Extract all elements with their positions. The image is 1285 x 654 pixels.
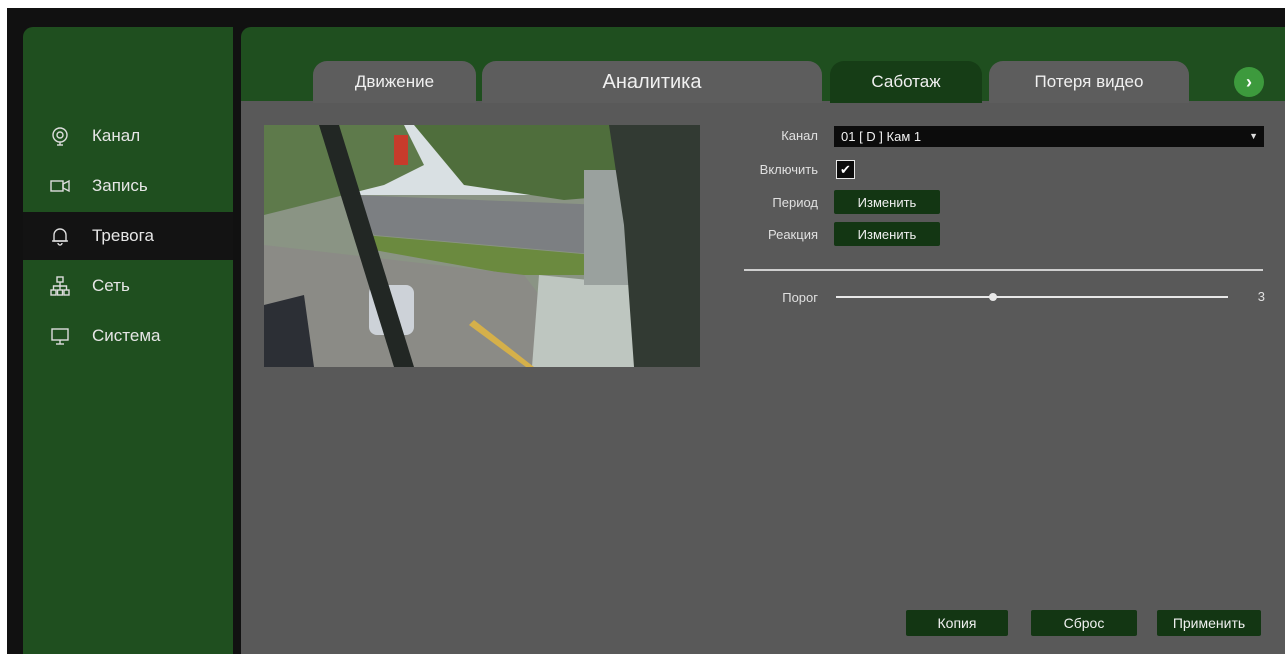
network-icon <box>50 276 70 296</box>
sidebar-item-label: Канал <box>92 126 141 145</box>
sidebar-item-system[interactable]: Система <box>23 312 233 360</box>
chevron-right-icon: › <box>1246 71 1252 92</box>
enable-label: Включить <box>759 162 818 177</box>
tab-analytics[interactable]: Аналитика <box>482 61 822 103</box>
channel-select[interactable]: 01 [ D ] Кам 1 ▼ <box>834 126 1264 147</box>
tab-label: Потеря видео <box>1034 72 1144 91</box>
tab-motion[interactable]: Движение <box>313 61 476 103</box>
reaction-edit-button[interactable]: Изменить <box>834 222 940 246</box>
record-icon <box>50 176 70 196</box>
period-label: Период <box>772 195 818 210</box>
sidebar-item-label: Система <box>92 326 161 345</box>
sidebar: Канал Запись Тревога Сеть Система <box>23 27 233 654</box>
monitor-icon <box>50 326 70 346</box>
threshold-label: Порог <box>782 290 818 305</box>
sidebar-item-label: Сеть <box>92 276 130 295</box>
bell-icon <box>50 226 70 246</box>
chevron-down-icon: ▼ <box>1249 131 1258 141</box>
threshold-value: 3 <box>1257 289 1265 304</box>
sidebar-item-label: Тревога <box>92 226 154 245</box>
tab-sabotage[interactable]: Саботаж <box>830 61 982 103</box>
checkmark-icon: ✔ <box>840 161 851 177</box>
copy-button[interactable]: Копия <box>906 610 1008 636</box>
threshold-slider[interactable] <box>836 296 1228 298</box>
tab-label: Саботаж <box>871 72 941 91</box>
camera-icon <box>50 126 70 146</box>
tab-video-loss[interactable]: Потеря видео <box>989 61 1189 103</box>
sidebar-item-record[interactable]: Запись <box>23 162 233 210</box>
enable-checkbox[interactable]: ✔ <box>836 160 855 179</box>
camera-preview-image <box>264 125 700 367</box>
sidebar-item-network[interactable]: Сеть <box>23 262 233 310</box>
period-edit-button[interactable]: Изменить <box>834 190 940 214</box>
camera-preview <box>264 125 700 367</box>
threshold-slider-handle[interactable] <box>988 293 997 301</box>
reaction-label: Реакция <box>768 227 818 242</box>
tab-label: Аналитика <box>602 70 702 93</box>
channel-select-value: 01 [ D ] Кам 1 <box>841 129 922 144</box>
sidebar-item-label: Запись <box>92 176 148 195</box>
divider <box>744 269 1263 271</box>
tab-label: Движение <box>354 72 435 91</box>
sidebar-item-alarm[interactable]: Тревога <box>23 212 233 260</box>
apply-button[interactable]: Применить <box>1157 610 1261 636</box>
next-tabs-button[interactable]: › <box>1234 67 1264 97</box>
reset-button[interactable]: Сброс <box>1031 610 1137 636</box>
channel-label: Канал <box>781 128 818 143</box>
sidebar-item-channel[interactable]: Канал <box>23 112 233 160</box>
